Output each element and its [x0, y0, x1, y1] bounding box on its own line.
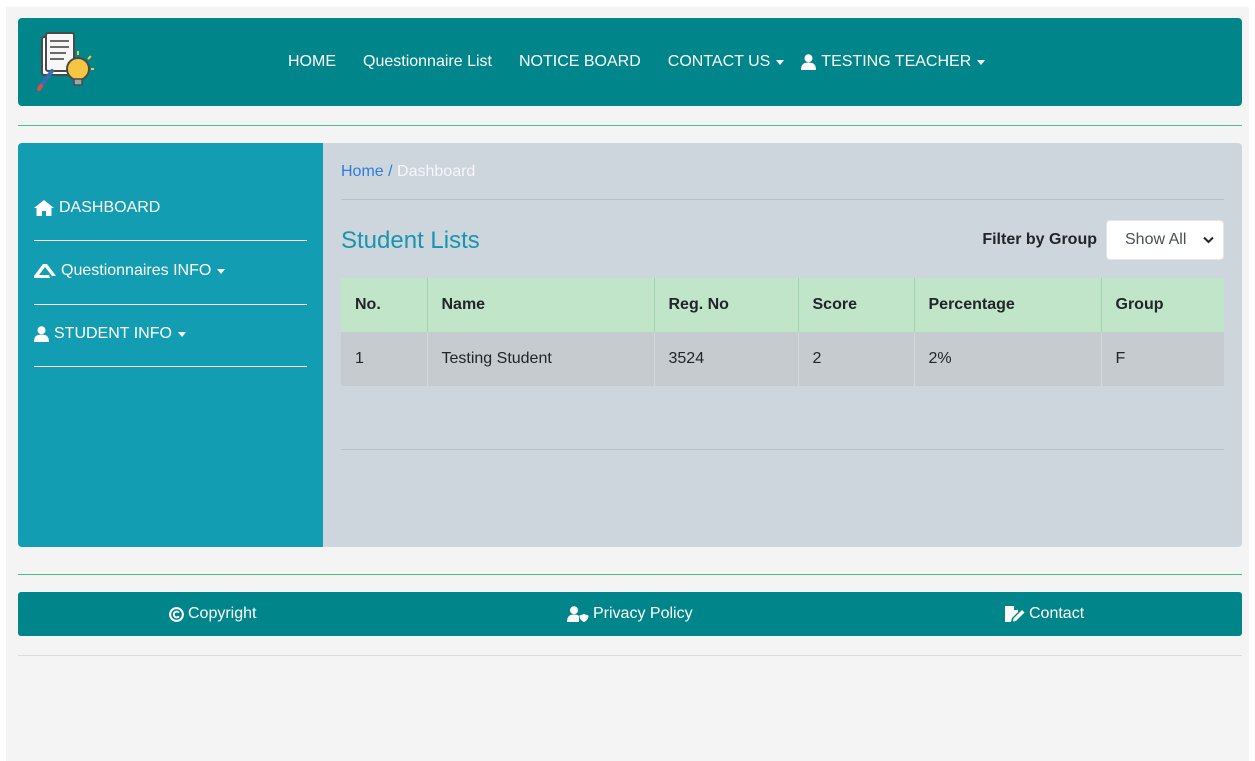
- footer-contact-link[interactable]: Contact: [1005, 592, 1084, 636]
- main-nav: HOME Questionnaire List NOTICE BOARD CON…: [288, 18, 1012, 106]
- nav-user-dropdown[interactable]: TESTING TEACHER: [801, 53, 986, 71]
- table-cell: Testing Student: [426, 332, 654, 386]
- column-header: Group: [1100, 278, 1224, 332]
- chevron-down-icon: [1203, 236, 1214, 244]
- column-header: Name: [426, 278, 654, 332]
- copyright-icon: [169, 606, 184, 622]
- divider: [18, 574, 1242, 575]
- questionnaire-icon: [34, 264, 56, 278]
- breadcrumb-separator: /: [388, 163, 393, 180]
- table-cell: 2%: [913, 332, 1101, 386]
- nav-user-label: TESTING TEACHER: [821, 53, 972, 70]
- caret-down-icon: [217, 268, 226, 274]
- sidebar-item-label: STUDENT INFO: [54, 325, 172, 342]
- nav-questionnaire-list[interactable]: Questionnaire List: [363, 53, 492, 71]
- table-row: 1 Testing Student 3524 2 2% F: [341, 332, 1224, 386]
- edit-icon: [1005, 606, 1025, 622]
- divider: [18, 125, 1242, 126]
- sidebar-divider: [34, 366, 307, 367]
- caret-down-icon: [776, 59, 785, 65]
- group-filter-value: Show All: [1125, 231, 1187, 248]
- sidebar-divider: [34, 240, 307, 241]
- table-cell: 3524: [653, 332, 798, 386]
- nav-contact-us-label: CONTACT US: [667, 53, 771, 70]
- column-header: No.: [341, 278, 427, 332]
- caret-down-icon: [177, 331, 186, 337]
- sidebar-item-dashboard[interactable]: DASHBOARD: [34, 199, 307, 217]
- user-icon: [801, 54, 817, 70]
- student-table: No. Name Reg. No Score Percentage Group …: [341, 278, 1224, 386]
- group-filter-select[interactable]: Show All: [1106, 220, 1224, 260]
- divider: [341, 449, 1224, 450]
- nav-notice-board-label: NOTICE BOARD: [518, 53, 641, 70]
- column-header: Reg. No: [653, 278, 798, 332]
- table-cell: 1: [341, 332, 427, 386]
- sidebar-item-label: Questionnaires INFO: [61, 262, 212, 279]
- footer-copyright-label: Copyright: [188, 605, 257, 622]
- sidebar: DASHBOARD Questionnaires INFO STUDENT IN…: [18, 143, 323, 547]
- nav-contact-us-dropdown[interactable]: CONTACT US: [668, 53, 785, 71]
- footer-privacy-label: Privacy Policy: [593, 605, 693, 622]
- nav-notice-board[interactable]: NOTICE BOARD: [519, 53, 641, 71]
- breadcrumb: Home / Dashboard: [341, 163, 475, 181]
- sidebar-item-student-info[interactable]: STUDENT INFO: [34, 325, 307, 343]
- footer-copyright-link[interactable]: Copyright: [169, 592, 256, 636]
- nav-questionnaire-list-label: Questionnaire List: [363, 53, 492, 70]
- page: HOME Questionnaire List NOTICE BOARD CON…: [6, 7, 1249, 761]
- breadcrumb-home-link[interactable]: Home: [341, 163, 384, 180]
- table-cell: 2: [797, 332, 914, 386]
- caret-down-icon: [977, 59, 986, 65]
- user-shield-icon: [567, 606, 589, 622]
- dashboard-card: DASHBOARD Questionnaires INFO STUDENT IN…: [18, 143, 1242, 547]
- nav-home-label: HOME: [288, 53, 336, 70]
- logo-icon[interactable]: [36, 31, 96, 93]
- filter-label: Filter by Group: [982, 231, 1097, 248]
- sidebar-divider: [34, 304, 307, 305]
- main-content: Home / Dashboard Student Lists Filter by…: [341, 143, 1224, 547]
- footer-privacy-link[interactable]: Privacy Policy: [567, 592, 693, 636]
- divider: [341, 199, 1224, 200]
- divider: [18, 655, 1242, 656]
- top-navbar: HOME Questionnaire List NOTICE BOARD CON…: [18, 18, 1242, 106]
- home-icon: [34, 200, 54, 216]
- breadcrumb-current: Dashboard: [397, 163, 476, 180]
- sidebar-item-questionnaires[interactable]: Questionnaires INFO: [34, 262, 307, 280]
- column-header: Percentage: [913, 278, 1101, 332]
- nav-home[interactable]: HOME: [288, 53, 336, 71]
- column-header: Score: [797, 278, 914, 332]
- table-header-row: No. Name Reg. No Score Percentage Group: [341, 278, 1224, 332]
- table-cell: F: [1100, 332, 1224, 386]
- page-title: Student Lists: [341, 227, 480, 254]
- footer-contact-label: Contact: [1029, 605, 1085, 622]
- user-icon: [34, 326, 49, 342]
- sidebar-item-label: DASHBOARD: [59, 199, 161, 216]
- footer-bar: Copyright Privacy Policy Contact: [18, 592, 1242, 636]
